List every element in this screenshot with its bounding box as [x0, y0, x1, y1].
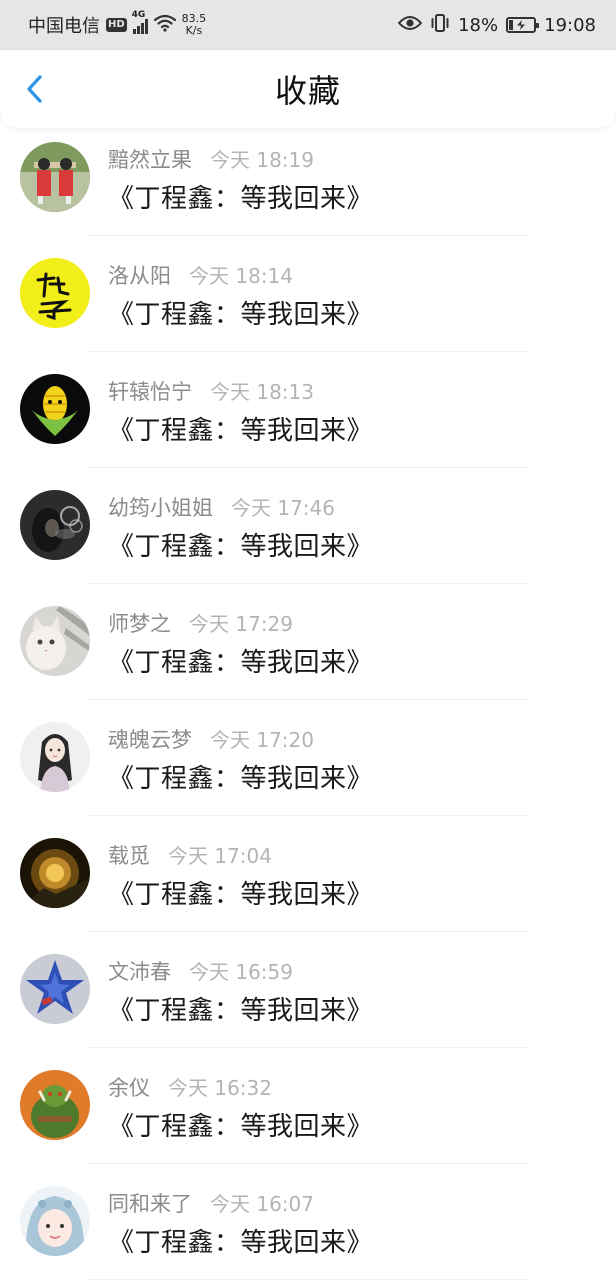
avatar[interactable]	[20, 722, 90, 792]
avatar[interactable]	[20, 490, 90, 560]
status-bar: 中国电信 HD 4G 83.5 K/s 18% 19:08	[0, 0, 616, 50]
user-name[interactable]: 文沛春	[108, 956, 171, 986]
timestamp: 今天 16:32	[168, 1076, 272, 1100]
message-text[interactable]: 《丁程鑫：等我回来》	[108, 526, 373, 563]
battery-level	[509, 20, 514, 30]
timestamp: 今天 16:59	[189, 960, 293, 984]
list-item[interactable]: 幼筠小姐姐 今天 17:46 《丁程鑫：等我回来》	[0, 476, 616, 592]
list-item[interactable]: 黯然立果 今天 18:19 《丁程鑫：等我回来》	[0, 128, 616, 244]
divider	[88, 351, 528, 352]
battery-percent: 18%	[458, 14, 499, 36]
status-right: 18% 19:08	[397, 13, 596, 38]
list-item[interactable]: 文沛春 今天 16:59 《丁程鑫：等我回来》	[0, 940, 616, 1056]
eye-icon	[397, 15, 423, 36]
timestamp: 今天 17:04	[168, 844, 272, 868]
avatar[interactable]	[20, 1070, 90, 1140]
message-text[interactable]: 《丁程鑫：等我回来》	[108, 874, 373, 911]
list-item[interactable]: 魂魄云梦 今天 17:20 《丁程鑫：等我回来》	[0, 708, 616, 824]
favorites-list: 黯然立果 今天 18:19 《丁程鑫：等我回来》 洛从阳 今天 18:14 《丁…	[0, 128, 616, 1288]
list-item[interactable]: 同和来了 今天 16:07 《丁程鑫：等我回来》	[0, 1172, 616, 1288]
network-gen-label: 4G	[131, 10, 146, 20]
avatar[interactable]	[20, 1186, 90, 1256]
divider	[88, 699, 528, 700]
header: 收藏	[0, 50, 616, 128]
item-meta: 文沛春 今天 16:59	[108, 956, 293, 986]
divider	[88, 815, 528, 816]
message-text[interactable]: 《丁程鑫：等我回来》	[108, 1222, 373, 1259]
battery-icon	[506, 17, 540, 33]
item-meta: 师梦之 今天 17:29	[108, 608, 293, 638]
wifi-icon	[153, 14, 176, 37]
divider	[88, 931, 528, 932]
user-name[interactable]: 洛从阳	[108, 260, 171, 290]
timestamp: 今天 18:19	[210, 148, 314, 172]
message-text[interactable]: 《丁程鑫：等我回来》	[108, 642, 373, 679]
user-name[interactable]: 余仪	[108, 1072, 150, 1102]
clock: 19:08	[544, 14, 596, 36]
user-name[interactable]: 魂魄云梦	[108, 724, 192, 754]
speed-unit: K/s	[185, 24, 203, 37]
vibrate-icon	[430, 13, 450, 38]
user-name[interactable]: 师梦之	[108, 608, 171, 638]
list-item[interactable]: 轩辕怡宁 今天 18:13 《丁程鑫：等我回来》	[0, 360, 616, 476]
message-text[interactable]: 《丁程鑫：等我回来》	[108, 178, 373, 215]
item-meta: 余仪 今天 16:32	[108, 1072, 272, 1102]
user-name[interactable]: 幼筠小姐姐	[108, 492, 213, 522]
item-meta: 载觅 今天 17:04	[108, 840, 272, 870]
back-button[interactable]	[14, 69, 54, 109]
divider	[88, 235, 528, 236]
avatar[interactable]	[20, 142, 90, 212]
avatar[interactable]	[20, 258, 90, 328]
timestamp: 今天 18:13	[210, 380, 314, 404]
user-name[interactable]: 载觅	[108, 840, 150, 870]
carrier-label: 中国电信	[28, 16, 100, 37]
item-meta: 轩辕怡宁 今天 18:13	[108, 376, 314, 406]
avatar[interactable]	[20, 374, 90, 444]
timestamp: 今天 16:07	[210, 1192, 314, 1216]
list-item[interactable]: 余仪 今天 16:32 《丁程鑫：等我回来》	[0, 1056, 616, 1172]
hd-badge: HD	[106, 18, 127, 32]
timestamp: 今天 17:46	[231, 496, 335, 520]
item-meta: 魂魄云梦 今天 17:20	[108, 724, 314, 754]
page-title: 收藏	[274, 72, 341, 110]
user-name[interactable]: 轩辕怡宁	[108, 376, 192, 406]
divider	[88, 467, 528, 468]
status-left: 中国电信 HD 4G 83.5 K/s	[28, 10, 207, 38]
item-meta: 同和来了 今天 16:07	[108, 1188, 314, 1218]
item-meta: 幼筠小姐姐 今天 17:46	[108, 492, 335, 522]
divider	[88, 1163, 528, 1164]
message-text[interactable]: 《丁程鑫：等我回来》	[108, 990, 373, 1027]
divider	[88, 583, 528, 584]
list-item[interactable]: 洛从阳 今天 18:14 《丁程鑫：等我回来》	[0, 244, 616, 360]
list-item[interactable]: 师梦之 今天 17:29 《丁程鑫：等我回来》	[0, 592, 616, 708]
item-meta: 洛从阳 今天 18:14	[108, 260, 293, 290]
chevron-left-icon	[27, 75, 42, 103]
timestamp: 今天 17:20	[210, 728, 314, 752]
signal-icon: 4G	[132, 10, 148, 34]
user-name[interactable]: 同和来了	[108, 1188, 192, 1218]
network-speed: 83.5 K/s	[182, 13, 207, 37]
user-name[interactable]: 黯然立果	[108, 144, 192, 174]
divider	[88, 1047, 528, 1048]
message-text[interactable]: 《丁程鑫：等我回来》	[108, 294, 373, 331]
item-meta: 黯然立果 今天 18:19	[108, 144, 314, 174]
timestamp: 今天 18:14	[189, 264, 293, 288]
avatar[interactable]	[20, 838, 90, 908]
timestamp: 今天 17:29	[189, 612, 293, 636]
avatar[interactable]	[20, 606, 90, 676]
message-text[interactable]: 《丁程鑫：等我回来》	[108, 410, 373, 447]
list-item[interactable]: 载觅 今天 17:04 《丁程鑫：等我回来》	[0, 824, 616, 940]
message-text[interactable]: 《丁程鑫：等我回来》	[108, 1106, 373, 1143]
avatar[interactable]	[20, 954, 90, 1024]
message-text[interactable]: 《丁程鑫：等我回来》	[108, 758, 373, 795]
